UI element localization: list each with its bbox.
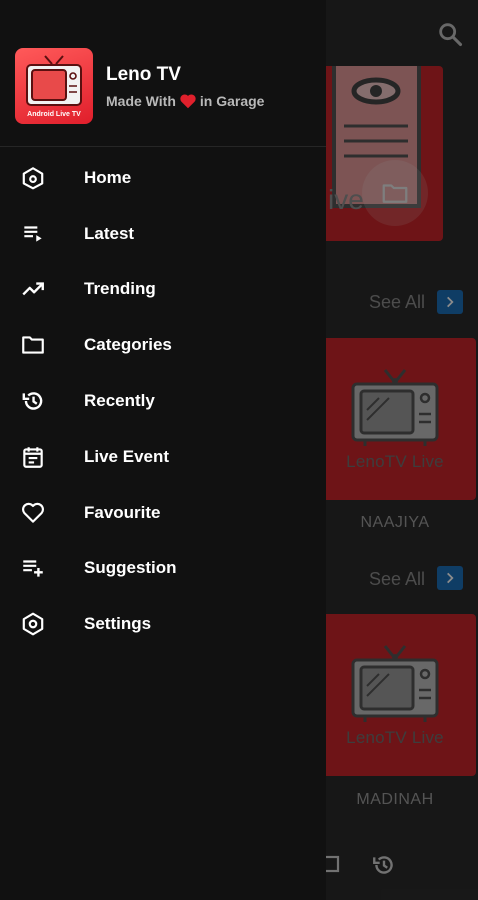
menu-item-trending[interactable]: Trending bbox=[0, 262, 326, 318]
menu-label: Home bbox=[84, 167, 132, 187]
menu-item-favourite[interactable]: Favourite bbox=[0, 485, 326, 541]
tv-icon bbox=[351, 645, 439, 722]
chevron-right-icon bbox=[447, 572, 454, 584]
menu-label: Settings bbox=[84, 614, 152, 634]
playlist-icon bbox=[24, 226, 42, 242]
card-caption: LenoTV Live bbox=[346, 728, 444, 747]
app-logo: Android Live TV bbox=[15, 48, 93, 124]
drawer-menu: Home Latest Trending Categories Recently… bbox=[0, 150, 326, 652]
tv-logo-icon bbox=[26, 55, 82, 106]
app-tagline: Made With in Garage bbox=[106, 93, 264, 109]
menu-label: Favourite bbox=[84, 502, 161, 522]
folder-icon bbox=[22, 336, 44, 354]
tagline-text: Made With bbox=[106, 93, 176, 109]
history-icon bbox=[22, 392, 43, 410]
see-all-link[interactable]: See All bbox=[369, 292, 425, 313]
home-icon bbox=[22, 167, 44, 190]
folder-icon bbox=[382, 184, 408, 203]
menu-label: Trending bbox=[84, 279, 156, 299]
see-all-link[interactable]: See All bbox=[369, 569, 425, 590]
tv-icon bbox=[351, 369, 439, 446]
search-icon[interactable] bbox=[436, 20, 464, 48]
menu-item-recently[interactable]: Recently bbox=[0, 373, 326, 429]
app-name: Leno TV bbox=[106, 64, 181, 85]
see-all-button[interactable] bbox=[437, 290, 463, 314]
menu-item-home[interactable]: Home bbox=[0, 150, 326, 206]
card-caption: ive bbox=[328, 184, 364, 215]
see-all-button[interactable] bbox=[437, 566, 463, 590]
card-title: MADINAH bbox=[356, 791, 434, 808]
menu-item-settings[interactable]: Settings bbox=[0, 596, 326, 652]
logo-caption: Android Live TV bbox=[27, 111, 81, 118]
heart-icon bbox=[180, 94, 196, 109]
menu-label: Latest bbox=[84, 223, 135, 243]
menu-label: Live Event bbox=[84, 446, 170, 466]
menu-item-live-event[interactable]: Live Event bbox=[0, 429, 326, 485]
card-caption: LenoTV Live bbox=[346, 452, 444, 471]
navigation-drawer: Android Live TV Leno TV Made With in Gar… bbox=[0, 0, 326, 900]
history-icon[interactable] bbox=[371, 852, 397, 878]
playlist-add-icon bbox=[23, 560, 43, 578]
menu-item-categories[interactable]: Categories bbox=[0, 317, 326, 373]
trending-icon bbox=[22, 282, 44, 296]
menu-item-latest[interactable]: Latest bbox=[0, 206, 326, 262]
tagline-text: in Garage bbox=[199, 93, 265, 109]
menu-label: Recently bbox=[84, 391, 155, 411]
categories-fab[interactable] bbox=[362, 160, 428, 226]
chevron-right-icon bbox=[447, 296, 454, 308]
channel-card[interactable]: LenoTV Live bbox=[314, 338, 476, 500]
channel-card[interactable]: LenoTV Live bbox=[314, 614, 476, 776]
menu-item-suggestion[interactable]: Suggestion bbox=[0, 541, 326, 597]
settings-icon bbox=[22, 612, 44, 636]
event-icon bbox=[23, 447, 43, 468]
heart-outline-icon bbox=[22, 502, 44, 523]
card-title: NAAJIYA bbox=[360, 514, 430, 531]
menu-label: Categories bbox=[84, 335, 172, 355]
drawer-header: Android Live TV Leno TV Made With in Gar… bbox=[0, 0, 326, 147]
menu-label: Suggestion bbox=[84, 558, 177, 578]
